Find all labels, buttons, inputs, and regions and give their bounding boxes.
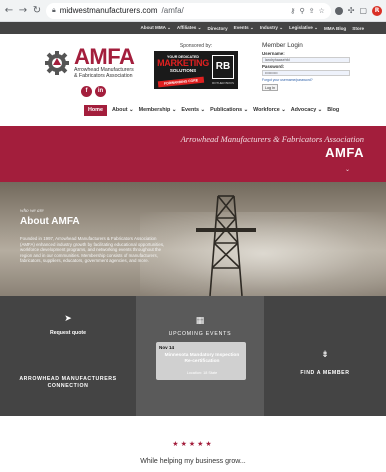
utility-nav: About MMA ⌄ Affiliates ⌄ Directory Event… [0,22,386,34]
logo-subtitle-line2: & Fabricators Association [74,73,133,79]
chevron-down-icon[interactable]: ⌄ [345,166,350,173]
nav-blog[interactable]: Blog [327,107,339,113]
event-location: Location: 18 State [186,371,218,375]
gear-icon [45,51,69,75]
upcoming-events-panel: ▦ UPCOMING EVENTS Nov 14 Minnesota Manda… [136,296,264,416]
ad-logo: RB [212,55,234,79]
hero-tagline: Arrowhead Manufacturers & Fabricators As… [180,134,364,144]
ad-headline-solutions: SOLUTIONS [169,68,197,73]
find-member-label[interactable]: FIND A MEMBER [264,370,386,376]
username-field[interactable]: landryhaasehfd [262,57,350,63]
amfa-logo[interactable]: AMFA Arrowhead Manufacturers & Fabricato… [44,44,139,82]
login-title: Member Login [262,42,303,49]
site-header: AMFA Arrowhead Manufacturers & Fabricato… [0,34,386,126]
utility-nav-affiliates[interactable]: Affiliates ⌄ [177,25,202,31]
utility-nav-events[interactable]: Events ⌄ [234,25,254,31]
forward-icon[interactable]: → [18,4,28,18]
about-description: Founded in 1997, Arrowhead Manufacturers… [20,236,165,264]
feature-columns: ➤ Request quote ARROWHEAD MANUFACTURERS … [0,296,386,416]
reload-icon[interactable]: ↻ [32,4,42,18]
password-label: Password: [262,64,285,69]
calendar-icon: ▦ [195,316,205,326]
utility-nav-store[interactable]: Store [352,26,364,31]
ad-headline-big: MARKETING [157,58,209,68]
utility-nav-directory[interactable]: Directory [207,26,227,31]
request-quote-label[interactable]: Request quote [0,330,136,336]
logo-wordmark: AMFA [74,44,135,69]
nav-home[interactable]: Home [84,104,107,116]
address-bar[interactable]: 🔒︎ midwestmanufacturers.com/amfa/ ⚷ ⚲ ⇪ … [46,2,331,19]
event-date: Nov 14 [159,345,175,350]
extension-icon[interactable] [334,6,343,15]
about-eyebrow: who we are [20,208,44,214]
share-icon[interactable]: ⇪ [309,7,315,15]
directory-icon: ⇟ [321,350,329,360]
about-title: About AMFA [20,216,80,227]
browser-toolbar: ← → ↻ 🔒︎ midwestmanufacturers.com/amfa/ … [0,0,386,22]
ad-logo-caption: ROTHER BROS [211,81,234,85]
nav-publications[interactable]: Publications ⌄ [210,107,248,113]
rating-stars: ★★★★★ [172,440,214,448]
nav-events[interactable]: Events ⌄ [181,107,205,113]
sponsor-label: Sponsored by: [179,43,213,49]
zoom-icon[interactable]: ⚲ [299,7,304,15]
facebook-icon[interactable]: f [81,86,92,97]
forgot-credentials-link[interactable]: Forgot your username/password? [262,78,352,82]
username-label: Username: [262,51,285,56]
puzzle-icon[interactable]: ✣ [348,6,355,15]
about-section: who we are About AMFA Founded in 1997, A… [0,182,386,296]
lift-bridge-image [196,195,256,296]
testimonial-quote: While helping my business grow... [140,458,246,465]
hero-banner: Arrowhead Manufacturers & Fabricators As… [0,126,386,182]
password-field[interactable]: •••••••••• [262,70,350,76]
url-host: midwestmanufacturers.com [59,6,158,15]
event-title[interactable]: Minnesota Mandatory Inspection Re-certif… [162,353,242,365]
profile-avatar[interactable]: R [372,5,382,16]
utility-nav-legislative[interactable]: Legislative ⌄ [289,25,318,31]
nav-workforce[interactable]: Workforce ⌄ [253,107,286,113]
send-arrow-icon: ➤ [64,314,72,324]
member-login: Member Login Username: landryhaasehfd Pa… [262,42,352,91]
star-icon[interactable]: ☆ [318,7,324,15]
background-fog [140,212,386,296]
nav-advocacy[interactable]: Advocacy ⌄ [291,107,322,113]
key-icon[interactable]: ⚷ [290,7,295,15]
upcoming-events-heading: UPCOMING EVENTS [168,331,232,337]
url-path: /amfa/ [161,6,184,15]
nav-membership[interactable]: Membership ⌄ [139,107,177,113]
nav-about[interactable]: About ⌄ [112,107,134,113]
request-quote-panel[interactable]: ➤ Request quote ARROWHEAD MANUFACTURERS … [0,296,136,416]
connection-label: ARROWHEAD MANUFACTURERS CONNECTION [19,376,117,389]
ad-banner: FORWARDING CORE [157,76,205,88]
back-icon[interactable]: ← [4,4,14,18]
login-button[interactable]: Log In [262,84,278,91]
event-card[interactable]: Nov 14 Minnesota Mandatory Inspection Re… [156,342,246,380]
utility-nav-mma-blog[interactable]: MMA Blog [324,26,346,31]
main-nav: Home About ⌄ Membership ⌄ Events ⌄ Publi… [84,104,339,116]
sponsor-block: Sponsored by: YOUR DEDICATED MARKETING S… [154,43,238,89]
sponsor-ad[interactable]: YOUR DEDICATED MARKETING SOLUTIONS FORWA… [154,51,238,89]
sidebar-icon[interactable]: ▢ [359,6,367,15]
lock-icon[interactable]: 🔒︎ [52,6,56,15]
find-member-panel[interactable]: ⇟ FIND A MEMBER [264,296,386,416]
hero-title: AMFA [325,145,364,160]
linkedin-icon[interactable]: in [95,86,106,97]
utility-nav-about-mma[interactable]: About MMA ⌄ [140,25,170,31]
utility-nav-industry[interactable]: Industry ⌄ [260,25,283,31]
